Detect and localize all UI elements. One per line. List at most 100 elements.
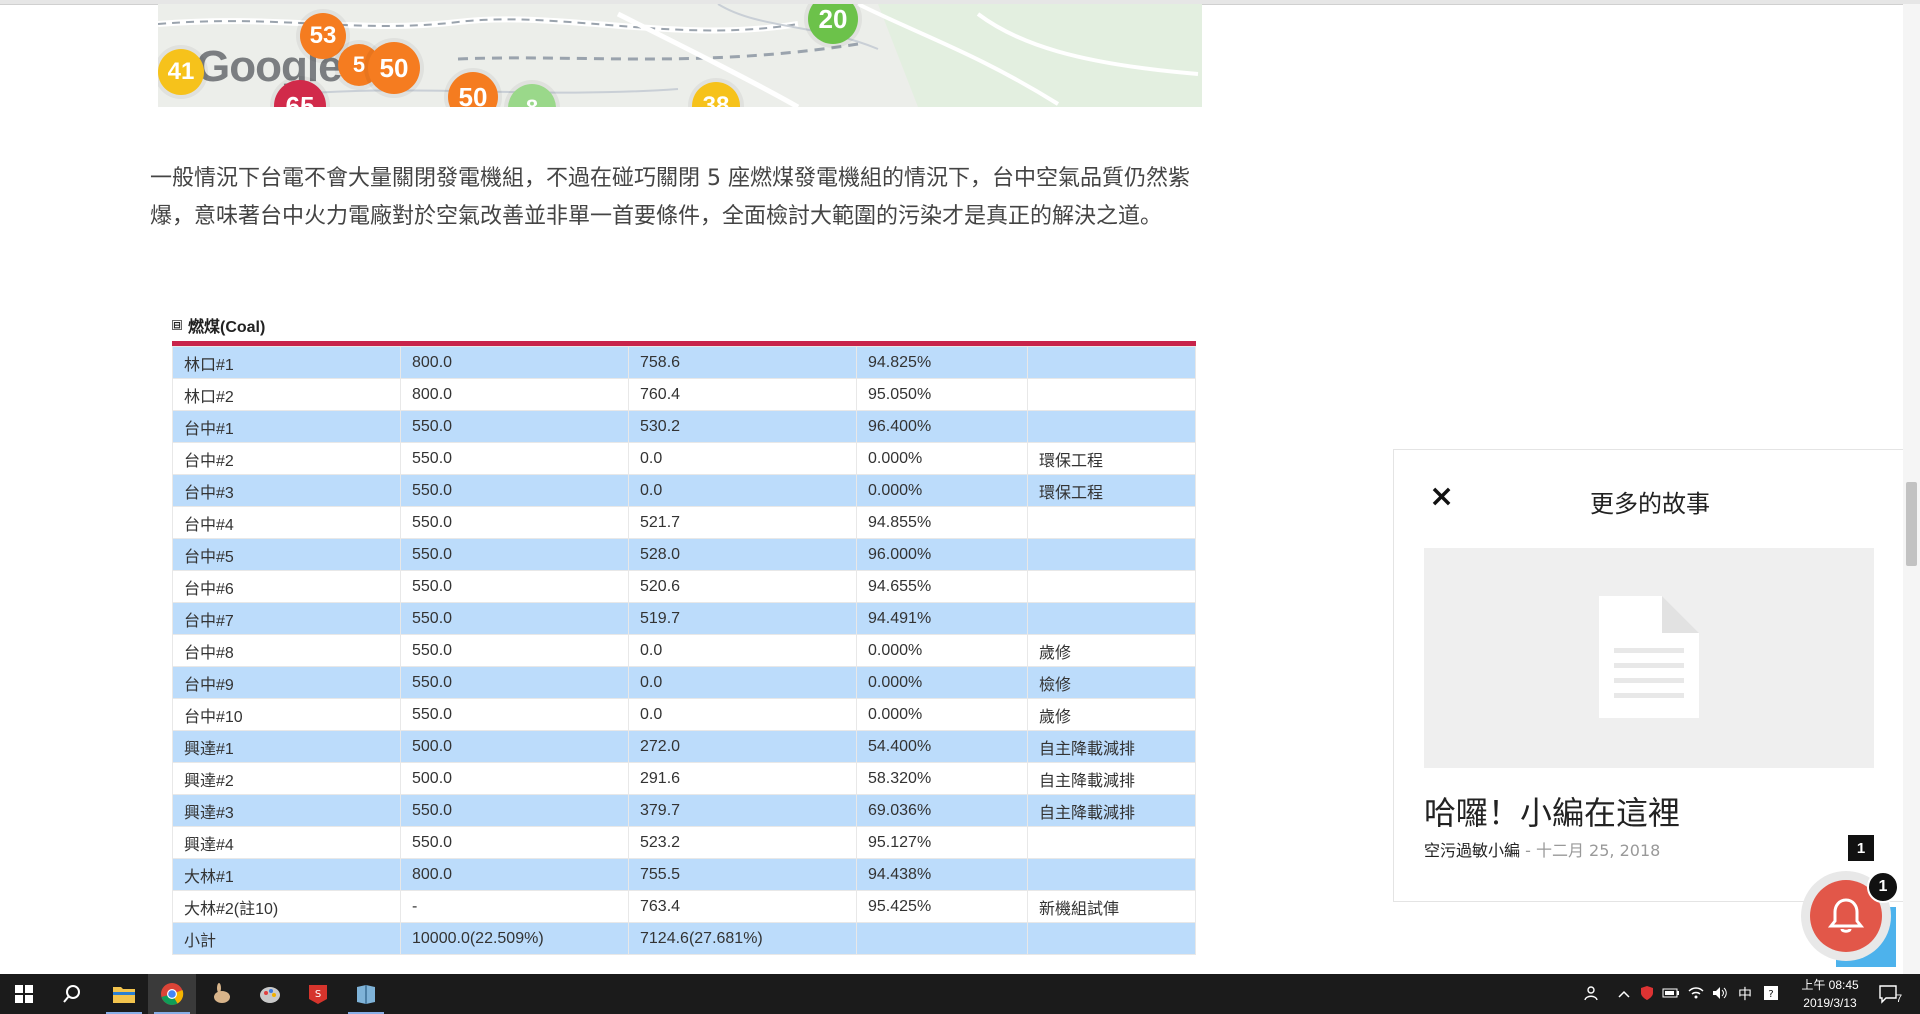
taskbar-file-explorer[interactable] <box>100 974 148 1014</box>
table-cell <box>1027 378 1196 411</box>
table-cell: 0.000% <box>856 634 1028 667</box>
table-cell: 520.6 <box>628 570 857 603</box>
table-cell: 台中#4 <box>172 506 401 539</box>
app-rabbit-icon <box>214 983 230 1003</box>
table-cell: 檢修 <box>1027 666 1196 699</box>
table-cell: 800.0 <box>400 346 629 379</box>
document-placeholder-icon <box>1599 596 1699 718</box>
table-row: 小計 10000.0(22.509%) 7124.6(27.681%) <box>172 922 1196 955</box>
coal-power-table: ⊟ 燃煤(Coal) 林口#1 800.0 758.6 94.825% 林口#2 800.… <box>172 312 1196 955</box>
table-row: 台中#5 550.0 528.0 96.000% <box>172 538 1196 571</box>
notification-bell-button[interactable]: 1 <box>1801 871 1899 961</box>
table-row: 台中#6 550.0 520.6 94.655% <box>172 570 1196 603</box>
table-cell: 96.400% <box>856 410 1028 443</box>
air-quality-map[interactable]: Google 53 41 5 50 65 50 8 38 20 <box>158 4 1202 107</box>
chevron-up-icon[interactable] <box>1618 987 1630 1002</box>
table-cell <box>1027 570 1196 603</box>
taskbar-chrome[interactable] <box>148 974 196 1014</box>
table-row: 興達#3 550.0 379.7 69.036% 自主降載減排 <box>172 794 1196 827</box>
table-group-header[interactable]: ⊟ 燃煤(Coal) <box>172 312 1196 338</box>
taskbar-app-4[interactable] <box>342 974 390 1014</box>
table-cell: 550.0 <box>400 538 629 571</box>
search-button[interactable] <box>48 974 96 1014</box>
aqi-marker[interactable]: 53 <box>300 13 346 59</box>
table-cell: 台中#5 <box>172 538 401 571</box>
table-cell: 興達#3 <box>172 794 401 827</box>
table-cell: 550.0 <box>400 474 629 507</box>
table-cell: 95.050% <box>856 378 1028 411</box>
table-cell: 550.0 <box>400 698 629 731</box>
windows-taskbar: S 中 ? 上午 08:45 2019/3/13 7 <box>0 974 1920 1014</box>
table-cell: 興達#4 <box>172 826 401 859</box>
start-button[interactable] <box>0 974 48 1014</box>
table-cell: 台中#10 <box>172 698 401 731</box>
table-cell: 755.5 <box>628 858 857 891</box>
table-group-title: 燃煤(Coal) <box>188 319 266 336</box>
table-cell: 500.0 <box>400 762 629 795</box>
wifi-icon[interactable] <box>1688 986 1704 1003</box>
table-row: 大林#1 800.0 755.5 94.438% <box>172 858 1196 891</box>
story-author-link[interactable]: 空污過敏小編 <box>1424 841 1520 860</box>
table-row: 興達#2 500.0 291.6 58.320% 自主降載減排 <box>172 762 1196 795</box>
table-cell: 550.0 <box>400 410 629 443</box>
shield-icon[interactable] <box>1640 985 1654 1004</box>
story-title-link[interactable]: 哈囉！小編在這裡 <box>1424 788 1680 834</box>
table-cell: 523.2 <box>628 826 857 859</box>
help-icon[interactable]: ? <box>1764 985 1778 1003</box>
table-cell: 95.127% <box>856 826 1028 859</box>
table-cell: 94.438% <box>856 858 1028 891</box>
ime-indicator[interactable]: 中 <box>1738 984 1752 1004</box>
table-cell: 0.000% <box>856 474 1028 507</box>
folder-icon <box>113 987 135 1003</box>
table-cell: 763.4 <box>628 890 857 923</box>
action-center-button[interactable]: 7 <box>1878 974 1902 1014</box>
table-cell: - <box>400 890 629 923</box>
story-date: 十二月 25, 2018 <box>1535 841 1661 860</box>
svg-text:?: ? <box>1768 989 1773 1000</box>
table-cell: 758.6 <box>628 346 857 379</box>
table-cell: 96.000% <box>856 538 1028 571</box>
volume-icon[interactable] <box>1712 986 1728 1003</box>
table-row: 台中#3 550.0 0.0 0.000% 環保工程 <box>172 474 1196 507</box>
table-cell: 54.400% <box>856 730 1028 763</box>
table-cell <box>1027 602 1196 635</box>
taskbar-app-2[interactable] <box>246 974 294 1014</box>
taskbar-app-1[interactable] <box>198 974 246 1014</box>
system-tray: 中 ? <box>1584 974 1778 1014</box>
table-cell: 94.491% <box>856 602 1028 635</box>
story-meta: 空污過敏小編 - 十二月 25, 2018 <box>1424 837 1660 861</box>
aqi-marker[interactable]: 50 <box>368 42 420 94</box>
people-icon[interactable] <box>1584 985 1600 1004</box>
table-cell: 550.0 <box>400 634 629 667</box>
table-row: 台中#2 550.0 0.0 0.000% 環保工程 <box>172 442 1196 475</box>
table-cell: 大林#1 <box>172 858 401 891</box>
table-cell: 台中#6 <box>172 570 401 603</box>
story-thumbnail[interactable] <box>1424 548 1874 768</box>
taskbar-app-3[interactable]: S <box>294 974 342 1014</box>
clock-time: 上午 08:45 <box>1801 978 1859 992</box>
meta-separator: - <box>1520 841 1536 860</box>
table-cell: 興達#1 <box>172 730 401 763</box>
collapse-toggle-icon[interactable]: ⊟ <box>172 320 182 330</box>
table-cell: 自主降載減排 <box>1027 730 1196 763</box>
table-cell: 自主降載減排 <box>1027 794 1196 827</box>
page-scrollbar-thumb[interactable] <box>1906 482 1917 566</box>
table-row: 林口#2 800.0 760.4 95.050% <box>172 378 1196 411</box>
battery-icon[interactable] <box>1662 987 1680 1002</box>
table-row: 台中#4 550.0 521.7 94.855% <box>172 506 1196 539</box>
action-center-count: 7 <box>1896 993 1903 1005</box>
table-row: 林口#1 800.0 758.6 94.825% <box>172 346 1196 379</box>
taskbar-clock[interactable]: 上午 08:45 2019/3/13 <box>1795 976 1865 1012</box>
table-cell: 800.0 <box>400 378 629 411</box>
table-cell: 歲修 <box>1027 698 1196 731</box>
table-cell: 291.6 <box>628 762 857 795</box>
table-cell: 台中#3 <box>172 474 401 507</box>
table-cell <box>1027 506 1196 539</box>
table-row: 台中#8 550.0 0.0 0.000% 歲修 <box>172 634 1196 667</box>
windows-logo-icon <box>15 985 33 1003</box>
table-cell: 10000.0(22.509%) <box>400 922 629 955</box>
aqi-marker[interactable]: 41 <box>158 49 204 95</box>
app-book-icon <box>357 985 375 1004</box>
table-row: 大林#2(註10) -763.4 95.425% 新機組試俥 <box>172 890 1196 923</box>
article-paragraph: 一般情況下台電不會大量關閉發電機組，不過在碰巧關閉 5 座燃煤發電機組的情況下，… <box>150 166 1190 229</box>
